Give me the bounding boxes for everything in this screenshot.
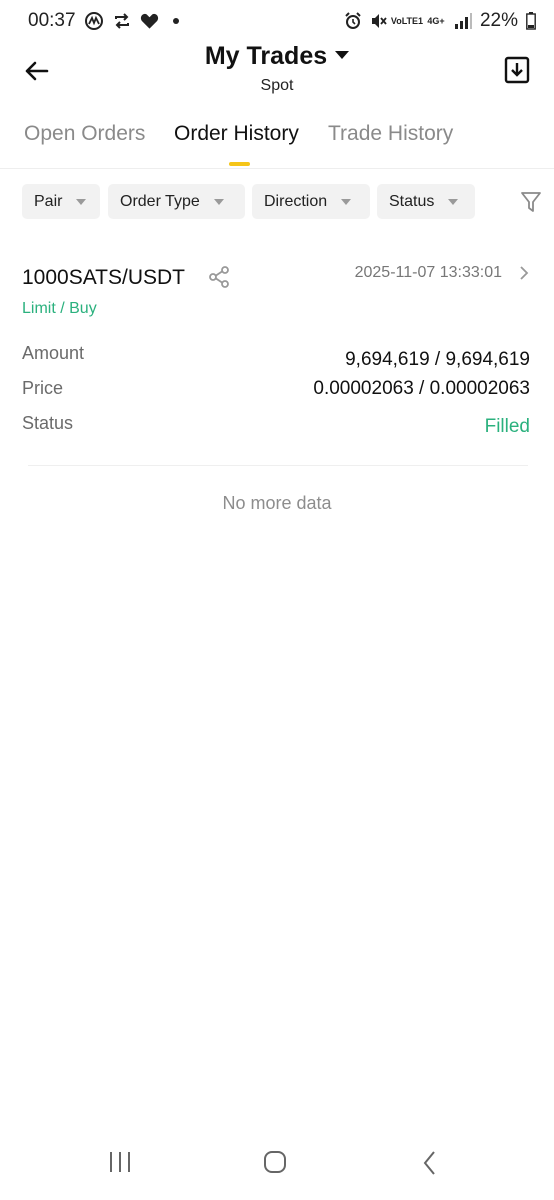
filter-label: Pair	[34, 192, 63, 210]
order-pair: 1000SATS/USDT	[22, 266, 186, 289]
share-button[interactable]	[208, 266, 230, 288]
divider	[28, 465, 528, 466]
status-bar: 00:37 VoLTE1 4G+ 22%	[0, 0, 554, 42]
chevron-left-icon	[422, 1151, 438, 1180]
order-detail-button[interactable]	[518, 263, 530, 283]
price-label: Price	[22, 378, 64, 398]
filter-direction-dropdown[interactable]: Direction	[252, 184, 370, 219]
filter-button[interactable]	[520, 190, 542, 214]
filter-label: Status	[389, 192, 435, 210]
alarm-icon	[344, 12, 362, 30]
active-tab-indicator	[229, 162, 250, 166]
order-type: Limit / Buy	[22, 300, 97, 317]
status-time: 00:37	[28, 10, 76, 31]
download-icon	[504, 56, 530, 88]
home-icon	[263, 1151, 287, 1178]
network-4g-icon: 4G+	[427, 15, 445, 26]
chevron-down-icon	[341, 198, 352, 205]
home-button[interactable]	[263, 1150, 287, 1179]
page-title: My Trades	[204, 42, 328, 70]
tab-open-orders[interactable]: Open Orders	[24, 122, 145, 146]
amount-label: Amount	[22, 343, 85, 363]
app-header: My Trades Spot	[0, 40, 554, 100]
tab-bar: Open Orders Order History Trade History	[0, 118, 554, 169]
order-datetime: 2025-11-07 13:33:01	[354, 264, 502, 281]
funnel-icon	[520, 192, 542, 218]
filter-label: Order Type	[120, 192, 200, 210]
export-button[interactable]	[504, 56, 530, 84]
recents-icon	[108, 1152, 132, 1178]
volte-icon: VoLTE1	[390, 15, 424, 26]
heart-icon	[140, 12, 159, 30]
chevron-right-icon	[518, 266, 530, 287]
page-subtitle: Spot	[260, 77, 294, 94]
amount-value: 9,694,619 / 9,694,619	[345, 349, 530, 370]
status-badge: Filled	[484, 416, 530, 437]
price-value: 0.00002063 / 0.00002063	[313, 378, 530, 399]
battery-icon	[526, 12, 536, 30]
signal-icon	[454, 13, 472, 29]
repeat-icon	[112, 11, 132, 31]
tab-order-history[interactable]: Order History	[174, 122, 299, 146]
chevron-down-icon	[213, 198, 224, 205]
chevron-down-icon	[448, 198, 459, 205]
status-label: Status	[22, 413, 74, 433]
dot-icon	[172, 18, 179, 24]
mute-icon	[370, 12, 388, 30]
filter-pair-dropdown[interactable]: Pair	[22, 184, 100, 219]
filter-bar: Pair Order Type Direction Status	[22, 184, 542, 220]
system-nav-bar	[0, 1140, 554, 1190]
coinmarketcap-icon	[84, 11, 104, 31]
caret-down-icon	[335, 50, 350, 59]
system-back-button[interactable]	[422, 1150, 438, 1181]
market-selector[interactable]: My Trades	[204, 42, 350, 71]
battery-percent: 22%	[479, 10, 518, 31]
filter-status-dropdown[interactable]: Status	[377, 184, 475, 219]
tab-trade-history[interactable]: Trade History	[328, 122, 453, 146]
no-more-data-text: No more data	[222, 493, 332, 513]
share-icon	[208, 266, 230, 292]
chevron-down-icon	[76, 198, 87, 205]
recents-button[interactable]	[108, 1150, 132, 1179]
filter-label: Direction	[264, 192, 328, 210]
page: 00:37 VoLTE1 4G+ 22% My Trades Spot Open…	[0, 0, 554, 1200]
filter-order-type-dropdown[interactable]: Order Type	[108, 184, 245, 219]
